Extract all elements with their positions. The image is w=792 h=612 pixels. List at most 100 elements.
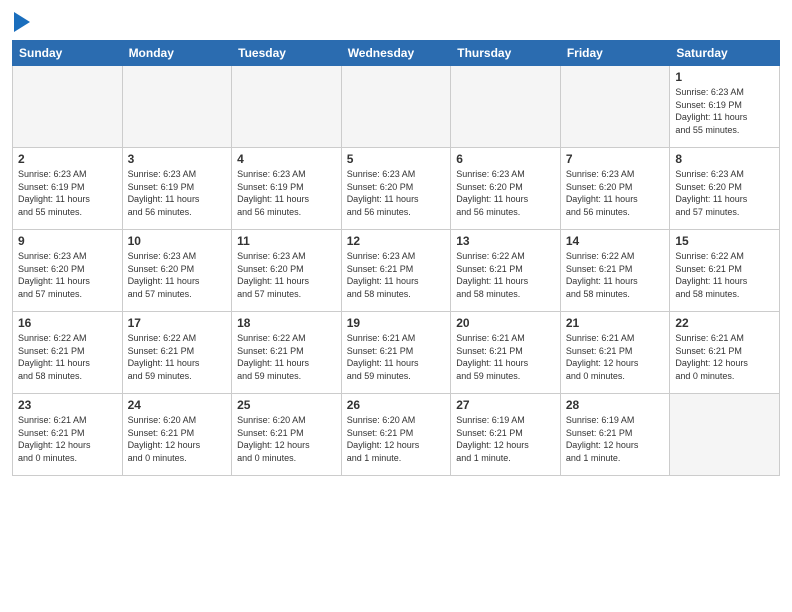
week-row-1: 1 Sunrise: 6:23 AM Sunset: 6:19 PM Daylig… — [13, 66, 780, 148]
day-number: 23 — [18, 398, 117, 412]
day-number: 6 — [456, 152, 555, 166]
calendar-cell: 9 Sunrise: 6:23 AM Sunset: 6:20 PM Daylig… — [13, 230, 123, 312]
day-info: Sunrise: 6:23 AM Sunset: 6:20 PM Dayligh… — [128, 250, 227, 300]
calendar-cell: 18 Sunrise: 6:22 AM Sunset: 6:21 PM Dayli… — [232, 312, 342, 394]
day-number: 19 — [347, 316, 446, 330]
calendar-cell: 26 Sunrise: 6:20 AM Sunset: 6:21 PM Dayli… — [341, 394, 451, 476]
calendar-cell: 3 Sunrise: 6:23 AM Sunset: 6:19 PM Daylig… — [122, 148, 232, 230]
weekday-header-saturday: Saturday — [670, 41, 780, 66]
calendar-cell: 10 Sunrise: 6:23 AM Sunset: 6:20 PM Dayli… — [122, 230, 232, 312]
calendar-cell: 19 Sunrise: 6:21 AM Sunset: 6:21 PM Dayli… — [341, 312, 451, 394]
day-info: Sunrise: 6:20 AM Sunset: 6:21 PM Dayligh… — [347, 414, 446, 464]
day-info: Sunrise: 6:21 AM Sunset: 6:21 PM Dayligh… — [18, 414, 117, 464]
day-number: 14 — [566, 234, 665, 248]
day-info: Sunrise: 6:23 AM Sunset: 6:19 PM Dayligh… — [675, 86, 774, 136]
day-number: 17 — [128, 316, 227, 330]
day-info: Sunrise: 6:23 AM Sunset: 6:19 PM Dayligh… — [18, 168, 117, 218]
logo — [12, 10, 30, 32]
day-number: 2 — [18, 152, 117, 166]
day-number: 16 — [18, 316, 117, 330]
day-info: Sunrise: 6:22 AM Sunset: 6:21 PM Dayligh… — [456, 250, 555, 300]
day-number: 18 — [237, 316, 336, 330]
weekday-header-thursday: Thursday — [451, 41, 561, 66]
calendar-cell: 20 Sunrise: 6:21 AM Sunset: 6:21 PM Dayli… — [451, 312, 561, 394]
day-number: 5 — [347, 152, 446, 166]
calendar-cell: 17 Sunrise: 6:22 AM Sunset: 6:21 PM Dayli… — [122, 312, 232, 394]
weekday-header-tuesday: Tuesday — [232, 41, 342, 66]
calendar-cell: 11 Sunrise: 6:23 AM Sunset: 6:20 PM Dayli… — [232, 230, 342, 312]
calendar-cell: 4 Sunrise: 6:23 AM Sunset: 6:19 PM Daylig… — [232, 148, 342, 230]
day-number: 12 — [347, 234, 446, 248]
calendar-cell: 24 Sunrise: 6:20 AM Sunset: 6:21 PM Dayli… — [122, 394, 232, 476]
day-number: 11 — [237, 234, 336, 248]
calendar-cell: 16 Sunrise: 6:22 AM Sunset: 6:21 PM Dayli… — [13, 312, 123, 394]
day-info: Sunrise: 6:23 AM Sunset: 6:20 PM Dayligh… — [566, 168, 665, 218]
calendar-cell — [232, 66, 342, 148]
weekday-header-sunday: Sunday — [13, 41, 123, 66]
day-number: 9 — [18, 234, 117, 248]
day-number: 28 — [566, 398, 665, 412]
calendar-table: SundayMondayTuesdayWednesdayThursdayFrid… — [12, 40, 780, 476]
calendar-cell: 7Sunrise: 6:23 AM Sunset: 6:20 PM Daylig… — [560, 148, 670, 230]
day-info: Sunrise: 6:23 AM Sunset: 6:19 PM Dayligh… — [237, 168, 336, 218]
calendar-cell — [451, 66, 561, 148]
day-info: Sunrise: 6:23 AM Sunset: 6:20 PM Dayligh… — [237, 250, 336, 300]
day-info: Sunrise: 6:21 AM Sunset: 6:21 PM Dayligh… — [456, 332, 555, 382]
day-number: 10 — [128, 234, 227, 248]
day-info: Sunrise: 6:22 AM Sunset: 6:21 PM Dayligh… — [128, 332, 227, 382]
day-number: 3 — [128, 152, 227, 166]
calendar-cell: 14 Sunrise: 6:22 AM Sunset: 6:21 PM Dayli… — [560, 230, 670, 312]
day-info: Sunrise: 6:19 AM Sunset: 6:21 PM Dayligh… — [566, 414, 665, 464]
day-number: 15 — [675, 234, 774, 248]
day-info: Sunrise: 6:22 AM Sunset: 6:21 PM Dayligh… — [237, 332, 336, 382]
day-number: 13 — [456, 234, 555, 248]
day-info: Sunrise: 6:21 AM Sunset: 6:21 PM Dayligh… — [347, 332, 446, 382]
calendar-cell: 13 Sunrise: 6:22 AM Sunset: 6:21 PM Dayli… — [451, 230, 561, 312]
day-info: Sunrise: 6:23 AM Sunset: 6:20 PM Dayligh… — [675, 168, 774, 218]
page: SundayMondayTuesdayWednesdayThursdayFrid… — [0, 0, 792, 612]
calendar-cell: 27Sunrise: 6:19 AM Sunset: 6:21 PM Dayli… — [451, 394, 561, 476]
day-info: Sunrise: 6:23 AM Sunset: 6:20 PM Dayligh… — [347, 168, 446, 218]
day-number: 20 — [456, 316, 555, 330]
day-number: 4 — [237, 152, 336, 166]
day-info: Sunrise: 6:21 AM Sunset: 6:21 PM Dayligh… — [566, 332, 665, 382]
calendar-cell — [341, 66, 451, 148]
day-info: Sunrise: 6:22 AM Sunset: 6:21 PM Dayligh… — [18, 332, 117, 382]
header — [12, 10, 780, 32]
calendar-cell: 28 Sunrise: 6:19 AM Sunset: 6:21 PM Dayli… — [560, 394, 670, 476]
calendar-cell: 22Sunrise: 6:21 AM Sunset: 6:21 PM Dayli… — [670, 312, 780, 394]
day-info: Sunrise: 6:23 AM Sunset: 6:20 PM Dayligh… — [18, 250, 117, 300]
day-number: 1 — [675, 70, 774, 84]
day-info: Sunrise: 6:22 AM Sunset: 6:21 PM Dayligh… — [566, 250, 665, 300]
day-number: 26 — [347, 398, 446, 412]
calendar-cell: 6 Sunrise: 6:23 AM Sunset: 6:20 PM Daylig… — [451, 148, 561, 230]
day-info: Sunrise: 6:20 AM Sunset: 6:21 PM Dayligh… — [237, 414, 336, 464]
calendar-cell: 15 Sunrise: 6:22 AM Sunset: 6:21 PM Dayli… — [670, 230, 780, 312]
calendar-cell: 23 Sunrise: 6:21 AM Sunset: 6:21 PM Dayli… — [13, 394, 123, 476]
calendar-cell: 21 Sunrise: 6:21 AM Sunset: 6:21 PM Dayli… — [560, 312, 670, 394]
weekday-header-monday: Monday — [122, 41, 232, 66]
calendar-cell: 12 Sunrise: 6:23 AM Sunset: 6:21 PM Dayli… — [341, 230, 451, 312]
weekday-header-wednesday: Wednesday — [341, 41, 451, 66]
week-row-4: 16 Sunrise: 6:22 AM Sunset: 6:21 PM Dayli… — [13, 312, 780, 394]
calendar-cell — [122, 66, 232, 148]
day-number: 24 — [128, 398, 227, 412]
day-info: Sunrise: 6:19 AM Sunset: 6:21 PM Dayligh… — [456, 414, 555, 464]
calendar-cell — [560, 66, 670, 148]
calendar-cell — [13, 66, 123, 148]
day-number: 22 — [675, 316, 774, 330]
calendar-cell: 1 Sunrise: 6:23 AM Sunset: 6:19 PM Daylig… — [670, 66, 780, 148]
calendar-cell: 2 Sunrise: 6:23 AM Sunset: 6:19 PM Daylig… — [13, 148, 123, 230]
day-info: Sunrise: 6:23 AM Sunset: 6:20 PM Dayligh… — [456, 168, 555, 218]
day-info: Sunrise: 6:20 AM Sunset: 6:21 PM Dayligh… — [128, 414, 227, 464]
day-info: Sunrise: 6:23 AM Sunset: 6:19 PM Dayligh… — [128, 168, 227, 218]
week-row-2: 2 Sunrise: 6:23 AM Sunset: 6:19 PM Daylig… — [13, 148, 780, 230]
weekday-header-friday: Friday — [560, 41, 670, 66]
day-info: Sunrise: 6:22 AM Sunset: 6:21 PM Dayligh… — [675, 250, 774, 300]
day-number: 25 — [237, 398, 336, 412]
week-row-5: 23 Sunrise: 6:21 AM Sunset: 6:21 PM Dayli… — [13, 394, 780, 476]
day-info: Sunrise: 6:23 AM Sunset: 6:21 PM Dayligh… — [347, 250, 446, 300]
day-number: 8 — [675, 152, 774, 166]
calendar-cell: 25 Sunrise: 6:20 AM Sunset: 6:21 PM Dayli… — [232, 394, 342, 476]
day-number: 21 — [566, 316, 665, 330]
